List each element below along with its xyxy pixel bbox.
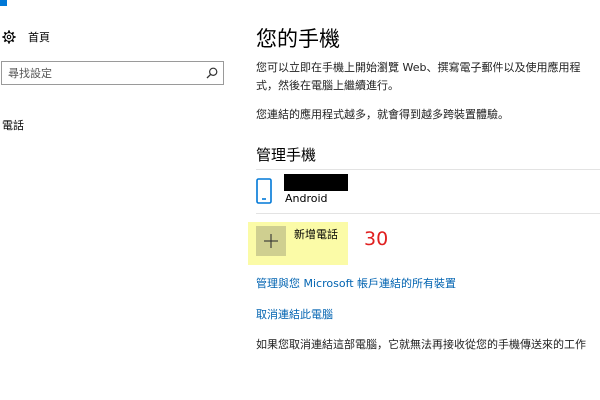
search-box <box>1 61 224 85</box>
page-description-secondary: 您連結的應用程式越多，就會得到越多跨裝置體驗。 <box>256 108 509 121</box>
search-input[interactable] <box>2 63 198 83</box>
phone-icon <box>256 178 272 204</box>
add-phone-label: 新增電話 <box>294 228 338 241</box>
device-name-redacted <box>284 174 348 191</box>
manage-devices-link[interactable]: 管理與您 Microsoft 帳戶連結的所有裝置 <box>256 275 456 291</box>
add-phone-tile[interactable] <box>256 226 286 256</box>
gear-icon <box>2 30 16 44</box>
divider <box>256 169 600 170</box>
page-description: 您可以立即在手機上開始瀏覽 Web、撰寫電子郵件以及使用應用程式，然後在電腦上繼… <box>256 61 581 92</box>
sidebar-item-phone[interactable]: 電話 <box>2 117 24 133</box>
annotation-number: 30 <box>364 228 389 250</box>
accent-corner <box>0 0 7 6</box>
device-os: Android <box>285 192 328 205</box>
search-icon[interactable] <box>206 67 218 79</box>
manage-phones-heading: 管理手機 <box>256 146 317 164</box>
unlink-pc-link[interactable]: 取消連結此電腦 <box>256 306 333 322</box>
home-link[interactable]: 首頁 <box>2 28 50 46</box>
home-label: 首頁 <box>28 31 50 44</box>
footer-text: 如果您取消連結這部電腦，它就無法再接收從您的手機傳送來的工作 <box>256 338 586 351</box>
device-item[interactable]: Android <box>256 173 600 211</box>
page-title: 您的手機 <box>256 27 340 51</box>
divider <box>256 213 600 214</box>
plus-icon <box>264 234 278 248</box>
